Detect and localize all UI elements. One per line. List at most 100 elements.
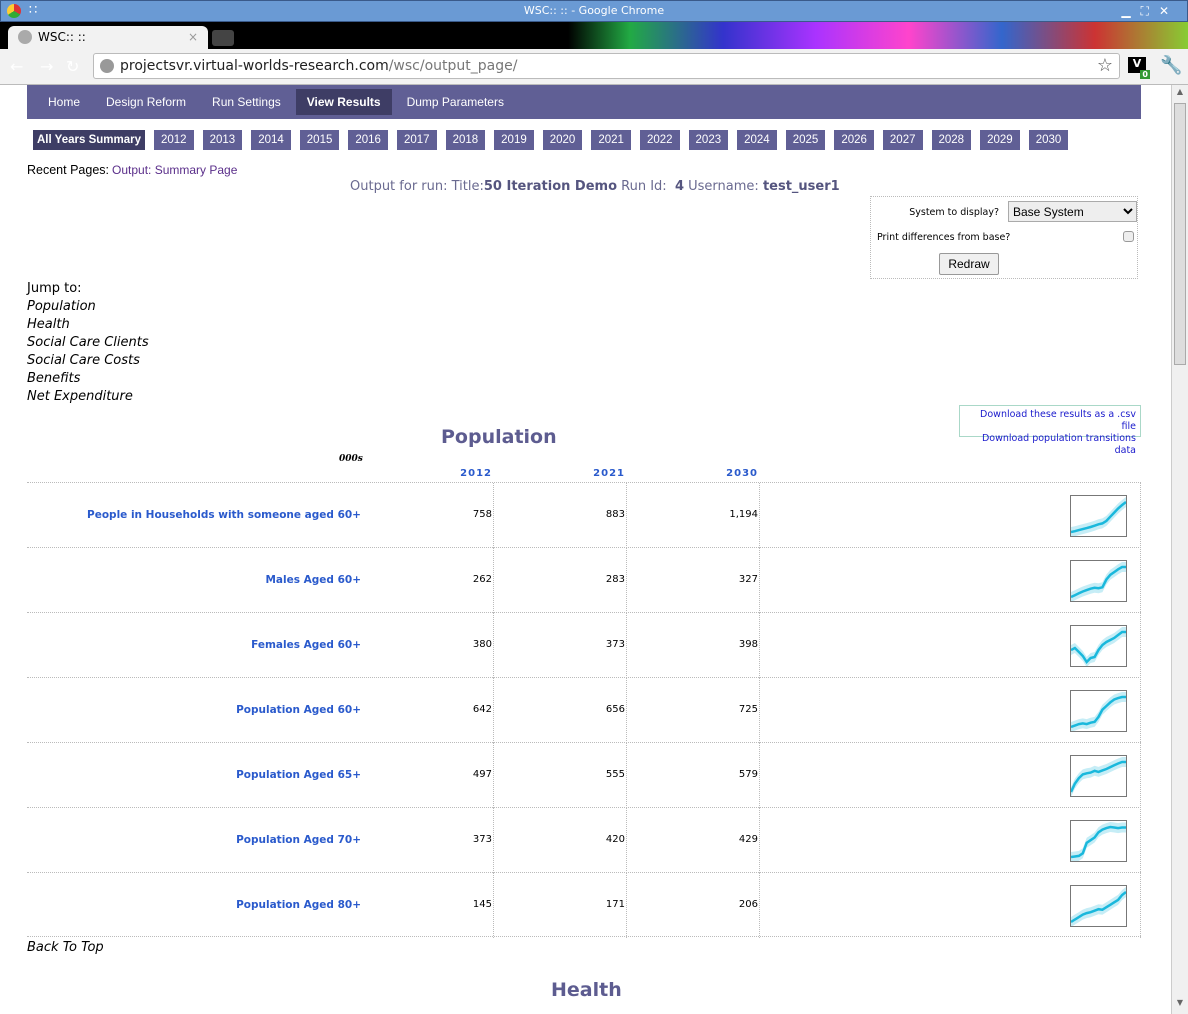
tab-year-2030[interactable]: 2030 <box>1028 130 1069 150</box>
run-title: 50 Iteration Demo <box>483 179 618 194</box>
back-icon[interactable]: ← <box>10 57 23 76</box>
download-csv-link[interactable]: Download these results as a .csv file <box>964 409 1136 433</box>
tab-year-2025[interactable]: 2025 <box>785 130 826 150</box>
vertical-scrollbar[interactable]: ▲ ▼ <box>1171 85 1188 1014</box>
value-cell: 327 <box>629 548 760 613</box>
row-label[interactable]: Population Aged 65+ <box>236 769 361 781</box>
value-cell: 262 <box>363 548 494 613</box>
tab-year-2015[interactable]: 2015 <box>299 130 340 150</box>
tab-year-2017[interactable]: 2017 <box>396 130 437 150</box>
tab-year-2028[interactable]: 2028 <box>931 130 972 150</box>
sparkline-chart <box>1070 690 1127 732</box>
table-row: Females Aged 60+ 380 373 398 <box>27 612 1141 678</box>
runid-label: Run Id: <box>621 179 667 194</box>
value-cell: 642 <box>363 678 494 743</box>
close-tab-icon[interactable]: × <box>188 26 198 48</box>
column-header: 2012 <box>460 468 492 479</box>
row-label[interactable]: Population Aged 60+ <box>236 704 361 716</box>
tab-year-2016[interactable]: 2016 <box>348 130 388 150</box>
column-header: 2030 <box>726 468 758 479</box>
tab-year-2029[interactable]: 2029 <box>980 130 1020 150</box>
redraw-button[interactable]: Redraw <box>939 253 999 275</box>
row-label[interactable]: Males Aged 60+ <box>265 574 361 586</box>
value-cell: 398 <box>629 613 760 678</box>
nav-view-results[interactable]: View Results <box>295 89 392 115</box>
run-prefix: Output for run: Title: <box>350 179 484 194</box>
tab-strip: WSC:: :: × <box>0 22 1188 49</box>
row-label[interactable]: People in Households with someone aged 6… <box>87 509 361 521</box>
sparkline-chart <box>1070 755 1127 797</box>
tab-year-2024[interactable]: 2024 <box>737 130 777 150</box>
value-cell: 373 <box>496 613 627 678</box>
nav-dump-parameters[interactable]: Dump Parameters <box>396 89 515 115</box>
bookmark-star-icon[interactable]: ☆ <box>1097 54 1113 78</box>
table-row: Population Aged 60+ 642 656 725 <box>27 677 1141 743</box>
nav-design-reform[interactable]: Design Reform <box>95 89 197 115</box>
diff-label: Print differences from base? <box>877 232 1011 243</box>
display-options: System to display? Base System Print dif… <box>870 196 1138 279</box>
nav-run-settings[interactable]: Run Settings <box>201 89 292 115</box>
tab-year-2012[interactable]: 2012 <box>154 130 194 150</box>
diff-checkbox[interactable] <box>1123 231 1134 242</box>
tab-title: WSC:: :: <box>38 30 86 44</box>
table-row: Population Aged 65+ 497 555 579 <box>27 742 1141 808</box>
forward-icon[interactable]: → <box>40 57 53 76</box>
jump-link[interactable]: Benefits <box>27 370 149 388</box>
tab-year-2018[interactable]: 2018 <box>445 130 486 150</box>
nav-home[interactable]: Home <box>37 89 91 115</box>
table-row: Population Aged 80+ 145 171 206 <box>27 872 1141 938</box>
sparkline-band <box>1071 627 1126 666</box>
theme-artwork <box>568 22 1188 49</box>
jump-link[interactable]: Social Care Clients <box>27 334 149 352</box>
tab-all-years[interactable]: All Years Summary <box>33 130 145 150</box>
jump-to: Jump to: Population Health Social Care Clie… <box>27 280 149 406</box>
value-cell: 579 <box>629 743 760 808</box>
new-tab-button[interactable] <box>212 30 234 46</box>
username: test_user1 <box>762 179 840 194</box>
wrench-icon[interactable]: 🔧 <box>1160 55 1182 76</box>
row-label[interactable]: Females Aged 60+ <box>251 639 361 651</box>
section-title-health: Health <box>551 979 622 1001</box>
jump-link[interactable]: Net Expenditure <box>27 388 149 406</box>
recent-link[interactable]: Output: Summary Page <box>112 163 237 177</box>
jump-link[interactable]: Health <box>27 316 149 334</box>
row-label[interactable]: Population Aged 80+ <box>236 899 361 911</box>
tab-year-2023[interactable]: 2023 <box>688 130 729 150</box>
globe-icon <box>18 30 32 44</box>
tab-year-2021[interactable]: 2021 <box>591 130 631 150</box>
reload-icon[interactable]: ↻ <box>66 57 79 76</box>
app-menu-icon[interactable]: ∷ <box>29 1 37 21</box>
value-cell: 1,194 <box>629 483 760 548</box>
row-label[interactable]: Population Aged 70+ <box>236 834 361 846</box>
globe-icon <box>100 59 114 73</box>
jump-link[interactable]: Population <box>27 298 149 316</box>
value-cell: 758 <box>363 483 494 548</box>
tab-year-2027[interactable]: 2027 <box>882 130 923 150</box>
window-controls[interactable]: ▁⛶✕ <box>1121 1 1179 21</box>
jump-link[interactable]: Social Care Costs <box>27 352 149 370</box>
sparkline-band <box>1071 887 1126 926</box>
address-bar[interactable]: projectsvr.virtual-worlds-research.com/w… <box>93 53 1120 79</box>
tab-year-2020[interactable]: 2020 <box>542 130 583 150</box>
download-transitions-link[interactable]: Download population transitions data <box>964 433 1136 457</box>
tab-year-2026[interactable]: 2026 <box>834 130 874 150</box>
extension-icon[interactable]: V0 <box>1128 57 1150 79</box>
value-cell: 145 <box>363 873 494 938</box>
back-to-top-link[interactable]: Back To Top <box>27 940 104 955</box>
tab-year-2014[interactable]: 2014 <box>251 130 291 150</box>
system-select[interactable]: Base System <box>1008 201 1137 222</box>
year-tabs: All Years Summary 2012 2013 2014 2015 2016 201… <box>33 130 1069 150</box>
scroll-down-icon[interactable]: ▼ <box>1174 998 1186 1012</box>
sparkline-chart <box>1070 820 1127 862</box>
tab-year-2019[interactable]: 2019 <box>494 130 534 150</box>
scroll-up-icon[interactable]: ▲ <box>1174 87 1186 101</box>
tab-year-2013[interactable]: 2013 <box>202 130 243 150</box>
scrollbar-thumb[interactable] <box>1174 103 1186 365</box>
tab-year-2022[interactable]: 2022 <box>639 130 680 150</box>
sparkline-chart <box>1070 495 1127 537</box>
table-row: Males Aged 60+ 262 283 327 <box>27 547 1141 613</box>
value-cell: 429 <box>629 808 760 873</box>
recent-label: Recent Pages: <box>27 163 109 177</box>
browser-tab[interactable]: WSC:: :: × <box>8 26 208 49</box>
value-cell: 497 <box>363 743 494 808</box>
